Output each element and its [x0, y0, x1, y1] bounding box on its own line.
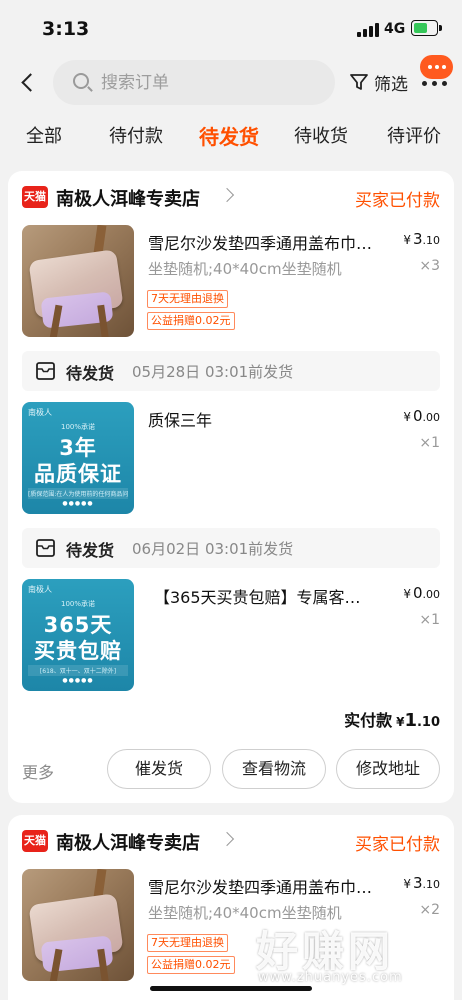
network-label: 4G — [384, 21, 406, 37]
item-quantity: ×1 — [419, 612, 440, 628]
order-tabs: 全部 待付款 待发货 待收货 待评价 — [0, 122, 462, 156]
shop-header[interactable]: 天猫 南极人洱峰专卖店 买家已付款 — [8, 171, 454, 223]
charity-tag: 公益捐赠0.02元 — [147, 312, 235, 330]
shop-header[interactable]: 天猫 南极人洱峰专卖店 买家已付款 — [8, 815, 454, 867]
search-icon — [73, 73, 89, 89]
order-status: 买家已付款 — [355, 835, 440, 855]
more-link[interactable]: 更多 — [22, 759, 54, 783]
item-spec: 坐垫随机;40*40cm坐垫随机 — [148, 260, 342, 278]
shipping-deadline: 06月02日 03:01前发货 — [132, 540, 294, 558]
signal-icon — [357, 23, 379, 37]
warranty-image[interactable]: 南极人 100%承诺 3年 品质保证 [质保范围:在人为使用前的任何商品问题] … — [22, 402, 134, 514]
tab-pending-payment[interactable]: 待付款 — [109, 122, 163, 148]
view-logistics-button[interactable]: 查看物流 — [222, 749, 326, 789]
shipping-status-bar: 待发货 06月02日 03:01前发货 — [22, 528, 440, 568]
battery-icon — [411, 20, 438, 36]
chevron-right-icon — [219, 187, 235, 203]
shop-name[interactable]: 南极人洱峰专卖店 — [56, 829, 200, 855]
funnel-icon — [348, 71, 370, 93]
item-price: ¥3.10 — [403, 230, 440, 248]
filter-label: 筛选 — [374, 74, 408, 95]
more-dots-icon — [422, 81, 447, 86]
message-badge[interactable] — [420, 55, 453, 79]
item-price: ¥0.00 — [403, 407, 440, 425]
tab-all[interactable]: 全部 — [26, 122, 62, 148]
item-price: ¥0.00 — [403, 584, 440, 602]
status-time: 3:13 — [42, 18, 90, 40]
home-indicator — [150, 986, 312, 991]
package-icon — [36, 539, 55, 557]
chevron-right-icon — [219, 831, 235, 847]
battery-cap — [439, 25, 442, 31]
back-button[interactable] — [16, 68, 44, 98]
tab-pending-receipt[interactable]: 待收货 — [294, 122, 348, 148]
order-item[interactable]: 南极人 100%承诺 365天 买贵包赔 [618、双十一、双十二除外] ●●●… — [8, 579, 454, 694]
paid-total-value: 1 — [404, 710, 417, 731]
item-quantity: ×1 — [419, 435, 440, 451]
filter-button[interactable]: 筛选 — [348, 68, 408, 96]
shipping-status-label: 待发货 — [66, 541, 115, 560]
item-title[interactable]: 雪尼尔沙发垫四季通用盖布巾… — [148, 874, 396, 898]
product-image[interactable] — [22, 225, 134, 337]
change-address-button[interactable]: 修改地址 — [336, 749, 440, 789]
order-card: 天猫 南极人洱峰专卖店 买家已付款 雪尼尔沙发垫四季通用盖布巾… ¥3.10 坐… — [8, 171, 454, 803]
search-box[interactable] — [53, 60, 335, 105]
item-quantity: ×3 — [419, 258, 440, 274]
order-item[interactable]: 雪尼尔沙发垫四季通用盖布巾… ¥3.10 坐垫随机;40*40cm坐垫随机 ×2… — [8, 869, 454, 984]
order-item[interactable]: 南极人 100%承诺 3年 品质保证 [质保范围:在人为使用前的任何商品问题] … — [8, 402, 454, 517]
tmall-logo: 天猫 — [22, 830, 48, 852]
item-spec: 坐垫随机;40*40cm坐垫随机 — [148, 904, 342, 922]
shipping-deadline: 05月28日 03:01前发货 — [132, 363, 294, 381]
shipping-status-bar: 待发货 05月28日 03:01前发货 — [22, 351, 440, 391]
order-item[interactable]: 雪尼尔沙发垫四季通用盖布巾… ¥3.10 坐垫随机;40*40cm坐垫随机 ×3… — [8, 225, 454, 340]
price-guarantee-image[interactable]: 南极人 100%承诺 365天 买贵包赔 [618、双十一、双十二除外] ●●●… — [22, 579, 134, 691]
return-policy-tag: 7天无理由退换 — [147, 290, 228, 308]
order-card: 天猫 南极人洱峰专卖店 买家已付款 雪尼尔沙发垫四季通用盖布巾… ¥3.10 坐… — [8, 815, 454, 1000]
urge-shipping-button[interactable]: 催发货 — [107, 749, 211, 789]
item-title[interactable]: 【365天买贵包赔】专属客… — [154, 584, 402, 608]
status-bar: 3:13 4G — [0, 0, 462, 54]
paid-total-label: 实付款 — [344, 711, 393, 730]
tmall-logo: 天猫 — [22, 186, 48, 208]
nav-bar: 筛选 — [0, 58, 462, 108]
item-quantity: ×2 — [419, 902, 440, 918]
tab-pending-review[interactable]: 待评价 — [387, 122, 441, 148]
item-title[interactable]: 质保三年 — [148, 407, 396, 431]
charity-tag: 公益捐赠0.02元 — [147, 956, 235, 974]
return-policy-tag: 7天无理由退换 — [147, 934, 228, 952]
product-image[interactable] — [22, 869, 134, 981]
shipping-status-label: 待发货 — [66, 364, 115, 383]
item-price: ¥3.10 — [403, 874, 440, 892]
search-input[interactable] — [101, 60, 321, 105]
paid-total: 实付款 ¥1.10 — [344, 710, 440, 731]
item-title[interactable]: 雪尼尔沙发垫四季通用盖布巾… — [148, 230, 396, 254]
order-status: 买家已付款 — [355, 191, 440, 211]
shop-name[interactable]: 南极人洱峰专卖店 — [56, 185, 200, 211]
tab-pending-shipment[interactable]: 待发货 — [199, 121, 259, 150]
package-icon — [36, 362, 55, 380]
